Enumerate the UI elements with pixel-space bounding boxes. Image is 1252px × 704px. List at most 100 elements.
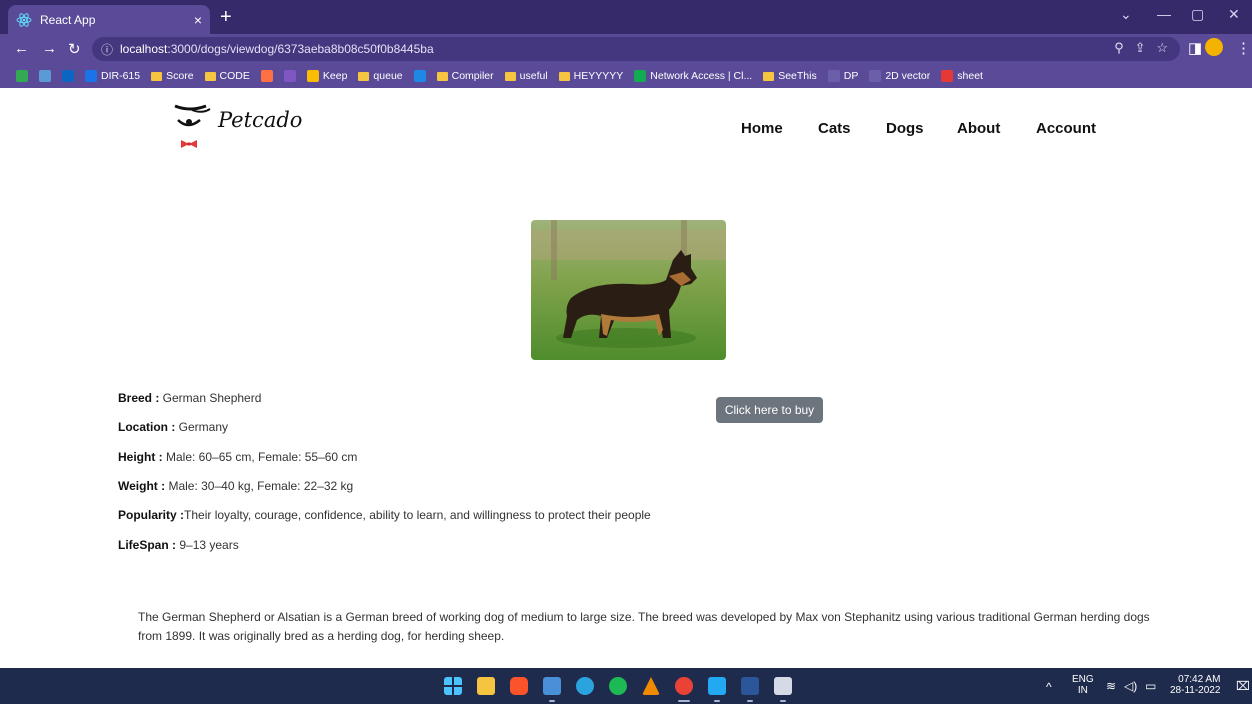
clock[interactable]: 07:42 AM 28-11-2022 xyxy=(1170,674,1220,696)
bookmark-item[interactable] xyxy=(62,70,74,82)
tab-search-icon[interactable]: ⌄ xyxy=(1120,6,1132,23)
bookmark-item[interactable] xyxy=(283,70,296,82)
bookmark-item[interactable] xyxy=(413,70,426,82)
minimize-button[interactable]: — xyxy=(1157,6,1171,22)
back-icon[interactable]: ← xyxy=(14,40,29,57)
tab-close-icon[interactable]: × xyxy=(194,12,202,28)
language-bottom: IN xyxy=(1077,685,1088,696)
address-bar[interactable]: ⓘ localhost:3000/dogs/viewdog/6373aeba8b… xyxy=(92,37,1180,61)
notepad-running-indicator xyxy=(549,700,555,702)
folder-icon xyxy=(763,71,775,81)
nav-about[interactable]: About xyxy=(957,120,1000,137)
bookmark-label: Score xyxy=(166,70,194,82)
url-host: localhost xyxy=(120,42,168,56)
vlc-icon[interactable] xyxy=(642,677,660,695)
bookmark-item[interactable]: Score xyxy=(151,70,194,82)
bookmark-item[interactable]: Keep xyxy=(306,70,348,82)
site-logo[interactable]: Petcado xyxy=(172,100,302,152)
spotify-icon[interactable] xyxy=(609,677,627,695)
volume-icon[interactable]: ◁) xyxy=(1124,679,1137,693)
bookmark-item[interactable] xyxy=(16,70,28,82)
bookmark-item[interactable] xyxy=(260,70,273,82)
folder-icon xyxy=(204,71,216,81)
height-label: Height : xyxy=(118,450,163,464)
bookmark-item[interactable]: useful xyxy=(504,70,548,82)
maximize-button[interactable]: ▢ xyxy=(1191,6,1204,23)
breed-label: Breed : xyxy=(118,391,160,405)
share-icon[interactable]: ⇪ xyxy=(1135,40,1146,55)
bookmark-star-icon[interactable]: ☆ xyxy=(1156,40,1168,55)
omnibox-actions: ⚲ ⇪ ☆ xyxy=(1114,40,1168,56)
notifications-icon[interactable]: ⌧ xyxy=(1236,679,1250,693)
height-value: Male: 60–65 cm, Female: 55–60 cm xyxy=(162,450,358,464)
bookmark-label: queue xyxy=(373,70,403,82)
weight-value: Male: 30–40 kg, Female: 22–32 kg xyxy=(165,479,354,493)
bookmark-label: DP xyxy=(843,70,859,82)
folder-icon xyxy=(436,71,448,81)
menu-kebab-icon[interactable]: ⋮ xyxy=(1236,39,1251,57)
dog-logo-icon xyxy=(174,104,211,148)
td-bookmark-icon xyxy=(869,70,882,82)
side-panel-icon[interactable]: ◨ xyxy=(1188,39,1202,57)
sq-bookmark-icon xyxy=(413,70,426,82)
drive-bookmark-icon xyxy=(16,70,28,82)
word-icon[interactable] xyxy=(741,677,759,695)
brave-icon[interactable] xyxy=(510,677,528,695)
zoom-icon[interactable]: ⚲ xyxy=(1114,40,1124,55)
windows-start-icon[interactable] xyxy=(444,677,462,695)
battery-icon[interactable]: ▭ xyxy=(1145,679,1156,693)
bookmark-label: sheet xyxy=(957,70,983,82)
bookmark-label: 2D vector xyxy=(885,70,931,82)
breed-value: German Shepherd xyxy=(159,391,262,405)
buy-button[interactable]: Click here to buy xyxy=(716,397,823,423)
close-window-button[interactable]: ✕ xyxy=(1228,6,1240,23)
bookmark-item[interactable]: HEYYYYY xyxy=(558,70,623,82)
profile-avatar[interactable] xyxy=(1205,38,1223,56)
d-bookmark-icon xyxy=(85,70,97,82)
notepad-icon[interactable] xyxy=(543,677,561,695)
bookmark-item[interactable]: DP xyxy=(827,70,859,82)
show-hidden-icons-icon[interactable]: ^ xyxy=(1046,680,1052,694)
chrome-icon[interactable] xyxy=(675,677,693,695)
bookmark-label: Keep xyxy=(322,70,348,82)
bookmark-item[interactable]: queue xyxy=(358,70,403,82)
bookmarks-bar: DIR-615 Score CODE Keep queue Compiler useful H… xyxy=(0,64,1252,88)
bookmark-item[interactable] xyxy=(39,70,51,82)
dog-image xyxy=(531,220,726,360)
vscode-icon[interactable] xyxy=(708,677,726,695)
vscode-running-indicator xyxy=(714,700,720,702)
react-icon xyxy=(16,12,32,27)
sq-bookmark-icon xyxy=(260,70,273,82)
wifi-icon[interactable]: ≋ xyxy=(1106,679,1116,693)
folder-icon xyxy=(151,71,163,81)
snipping-running-indicator xyxy=(780,700,786,702)
forward-icon[interactable]: → xyxy=(42,40,57,57)
nav-home[interactable]: Home xyxy=(741,120,783,137)
logo-text: Petcado xyxy=(218,108,303,132)
bookmark-item[interactable]: sheet xyxy=(941,70,983,82)
url-path: :3000/dogs/viewdog/6373aeba8b08c50f0b844… xyxy=(167,42,434,56)
file-explorer-icon[interactable] xyxy=(477,677,495,695)
bookmark-item[interactable]: DIR-615 xyxy=(85,70,140,82)
browser-tab[interactable]: React App × xyxy=(8,5,210,34)
windows-taskbar: ^ ENG IN ≋ ◁) ▭ 07:42 AM 28-11-2022 ⌧ xyxy=(0,668,1252,704)
clock-date: 28-11-2022 xyxy=(1170,685,1221,696)
language-indicator[interactable]: ENG IN xyxy=(1072,674,1094,696)
bookmark-item[interactable]: CODE xyxy=(204,70,250,82)
new-tab-button[interactable]: + xyxy=(220,6,232,29)
bookmark-item[interactable]: Network Access | Cl... xyxy=(634,70,752,82)
nav-dogs[interactable]: Dogs xyxy=(886,120,924,137)
site-info-icon[interactable]: ⓘ xyxy=(101,41,113,58)
word-running-indicator xyxy=(747,700,753,702)
bookmark-item[interactable]: 2D vector xyxy=(869,70,930,82)
weight-row: Weight : Male: 30–40 kg, Female: 22–32 k… xyxy=(118,479,353,493)
bookmark-label: Compiler xyxy=(451,70,494,82)
telegram-icon[interactable] xyxy=(576,677,594,695)
sq-bookmark-icon xyxy=(306,70,319,82)
bookmark-item[interactable]: SeeThis xyxy=(763,70,817,82)
bookmark-item[interactable]: Compiler xyxy=(436,70,494,82)
reload-icon[interactable]: ↻ xyxy=(68,40,81,58)
snipping-tool-icon[interactable] xyxy=(774,677,792,695)
nav-account[interactable]: Account xyxy=(1036,120,1096,137)
nav-cats[interactable]: Cats xyxy=(818,120,851,137)
